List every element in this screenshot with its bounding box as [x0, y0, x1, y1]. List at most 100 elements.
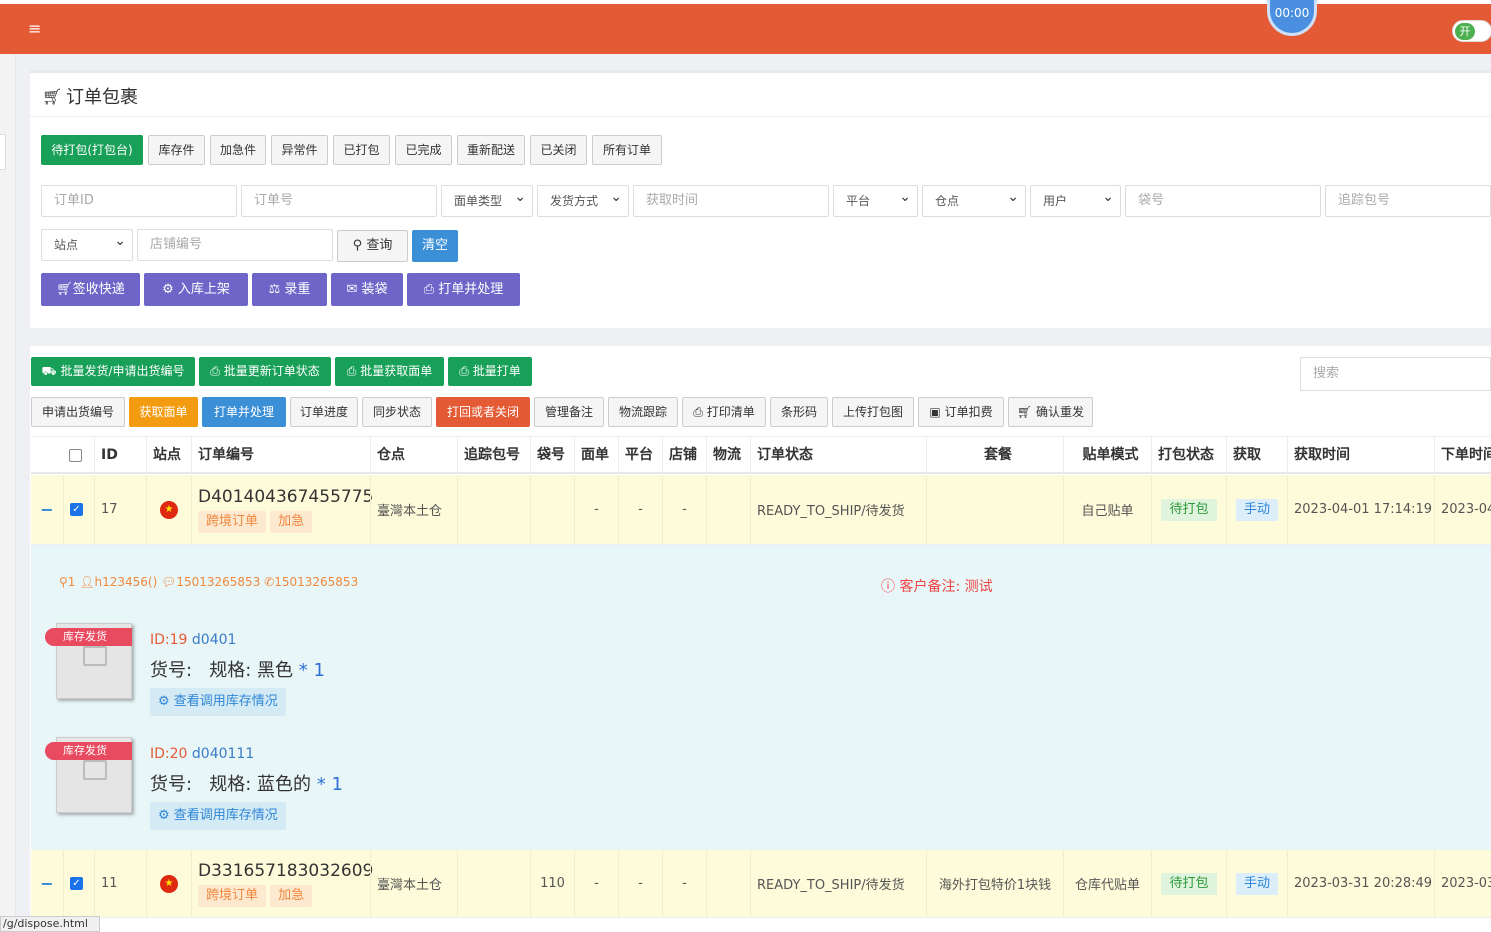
sidebar-collapsed: [0, 54, 16, 932]
fetch-label: 手动: [1235, 872, 1278, 895]
item-id: ID:19: [150, 632, 188, 648]
print-process-button[interactable]: ⎙ 打单并处理: [407, 273, 520, 306]
table-search-input[interactable]: 搜索: [1300, 357, 1491, 391]
item-qty: * 1: [298, 660, 325, 681]
row-fetch-time: 2023-03-31 20:28:49: [1287, 850, 1434, 917]
table-row[interactable]: − ✓ 17 ★ D401404367455775 跨境订单 加急 臺灣本土仓 …: [31, 475, 1491, 545]
order-progress-button[interactable]: 订单进度: [290, 397, 358, 427]
bagging-button[interactable]: ✉ 装袋: [331, 273, 403, 306]
row-store: -: [662, 850, 706, 917]
sign-express-button[interactable]: 🛒︎签收快递: [41, 273, 140, 306]
view-stock-label: 查看调用库存情况: [173, 808, 278, 823]
store-no-input[interactable]: 店铺编号: [137, 229, 333, 261]
row-face: -: [574, 850, 618, 917]
row-logistics: [706, 850, 750, 917]
row-checkbox[interactable]: ✓: [63, 475, 94, 544]
tab-redeliver[interactable]: 重新配送: [457, 135, 525, 165]
site-select[interactable]: 站点: [41, 226, 133, 261]
logistics-track-button[interactable]: 物流跟踪: [608, 397, 678, 427]
tab-packed[interactable]: 已打包: [333, 135, 390, 165]
order-fee-label: 订单扣费: [944, 405, 993, 419]
print-list-button[interactable]: ⎙ 打印清单: [682, 397, 766, 427]
sign-express-label: 签收快递: [72, 282, 125, 297]
item-spec-line: 货号: 规格: 黑色 * 1: [150, 656, 325, 682]
clear-button[interactable]: 清空: [412, 230, 458, 262]
query-button[interactable]: ⚲ 查询: [337, 230, 408, 262]
hamburger-menu-icon[interactable]: ≡: [28, 20, 46, 38]
urgent-tag: 加急: [270, 884, 313, 907]
order-no-input[interactable]: 订单号: [241, 185, 437, 217]
user-select[interactable]: 用户: [1030, 182, 1121, 217]
tracking-no-input[interactable]: 追踪包号: [1325, 185, 1491, 217]
col-fetch-time[interactable]: 获取时间: [1287, 437, 1433, 473]
print-icon: ⎙: [423, 282, 439, 297]
order-id-input[interactable]: 订单ID: [41, 185, 237, 217]
col-order-status: 订单状态: [750, 437, 926, 473]
sidebar-tab[interactable]: [0, 134, 6, 170]
tab-abnormal[interactable]: 异常件: [271, 135, 328, 165]
stock-in-button[interactable]: ⚙ 入库上架: [144, 273, 248, 306]
info-icon: ⓘ: [881, 579, 895, 595]
view-stock-button[interactable]: ⚙ 查看调用库存情况: [150, 688, 286, 716]
urgent-tag: 加急: [270, 510, 313, 533]
page-title: 订单包裹: [66, 87, 138, 108]
collapse-icon[interactable]: −: [31, 850, 63, 917]
apply-ship-no-button[interactable]: 申请出货编号: [31, 397, 125, 427]
col-platform: 平台: [618, 437, 662, 473]
face-type-select[interactable]: 面单类型: [441, 182, 533, 217]
batch-ship-button[interactable]: ⛟ 批量发货/申请出货编号: [31, 357, 195, 386]
batch-ship-label: 批量发货/申请出货编号: [60, 364, 185, 378]
bagging-label: 装袋: [361, 282, 388, 297]
cubes-icon: ⚙: [162, 282, 178, 297]
batch-print-button[interactable]: ⎙ 批量打单: [448, 357, 532, 386]
platform-select[interactable]: 平台: [833, 182, 918, 217]
barcode-button[interactable]: 条形码: [770, 397, 828, 427]
query-label: 查询: [366, 238, 393, 253]
cart-icon: 🛒︎: [1016, 405, 1037, 419]
manage-remark-button[interactable]: 管理备注: [534, 397, 604, 427]
view-stock-button[interactable]: ⚙ 查看调用库存情况: [150, 802, 286, 830]
collapse-icon[interactable]: −: [31, 475, 63, 544]
order-fee-button[interactable]: ▣ 订单扣费: [918, 397, 1004, 427]
row-platform: -: [618, 850, 662, 917]
stock-in-label: 入库上架: [177, 282, 230, 297]
order-no[interactable]: D401404367455775: [198, 487, 373, 507]
remark-label: 客户备注:: [899, 579, 961, 595]
ship-method-select[interactable]: 发货方式: [537, 182, 629, 217]
item-spec: 规格: 蓝色的: [209, 774, 312, 795]
row-checkbox[interactable]: ✓: [63, 850, 94, 917]
tab-pending-pack[interactable]: 待打包(打包台): [41, 135, 143, 165]
table-row[interactable]: − ✓ 11 ★ D331657183032609 跨境订单 加急 臺灣本土仓 …: [31, 850, 1491, 918]
print-process-small-button[interactable]: 打单并处理: [202, 397, 286, 427]
upload-pack-image-button[interactable]: 上传打包图: [832, 397, 914, 427]
batch-fetch-face-button[interactable]: ⎙ 批量获取面单: [335, 357, 444, 386]
warehouse-select[interactable]: 仓点: [922, 182, 1026, 217]
tab-completed[interactable]: 已完成: [395, 135, 452, 165]
fetch-time-input[interactable]: 获取时间: [633, 185, 829, 217]
col-id[interactable]: ID: [94, 437, 145, 473]
fetch-face-button[interactable]: 获取面单: [129, 397, 198, 427]
tab-all-orders[interactable]: 所有订单: [592, 135, 662, 165]
item-code[interactable]: d0401: [192, 632, 237, 648]
confirm-resend-button[interactable]: 🛒︎ 确认重发: [1008, 397, 1093, 427]
col-face: 面单: [574, 437, 618, 473]
toggle-switch[interactable]: 开: [1452, 20, 1491, 42]
pack-status-badge: 待打包: [1151, 475, 1226, 544]
tab-stock[interactable]: 库存件: [148, 135, 205, 165]
row-face: -: [574, 475, 618, 544]
tab-urgent[interactable]: 加急件: [210, 135, 266, 165]
order-no[interactable]: D331657183032609: [198, 861, 373, 881]
return-close-button[interactable]: 打回或者关闭: [436, 397, 530, 427]
sync-status-button[interactable]: 同步状态: [362, 397, 432, 427]
map-marker-icon: ⚲: [59, 575, 68, 589]
select-all-checkbox[interactable]: [63, 437, 93, 473]
row-order-time: 2023-04: [1434, 475, 1491, 544]
batch-fetch-face-label: 批量获取面单: [360, 364, 433, 378]
weigh-button[interactable]: ⚖ 录重: [252, 273, 327, 306]
item-code[interactable]: d040111: [192, 746, 254, 762]
tab-closed[interactable]: 已关闭: [530, 135, 587, 165]
batch-update-status-label: 批量更新订单状态: [223, 364, 320, 378]
batch-update-status-button[interactable]: ⎙ 批量更新订单状态: [199, 357, 331, 386]
bag-no-input[interactable]: 袋号: [1125, 185, 1321, 217]
fetch-badge: 手动: [1226, 475, 1287, 544]
